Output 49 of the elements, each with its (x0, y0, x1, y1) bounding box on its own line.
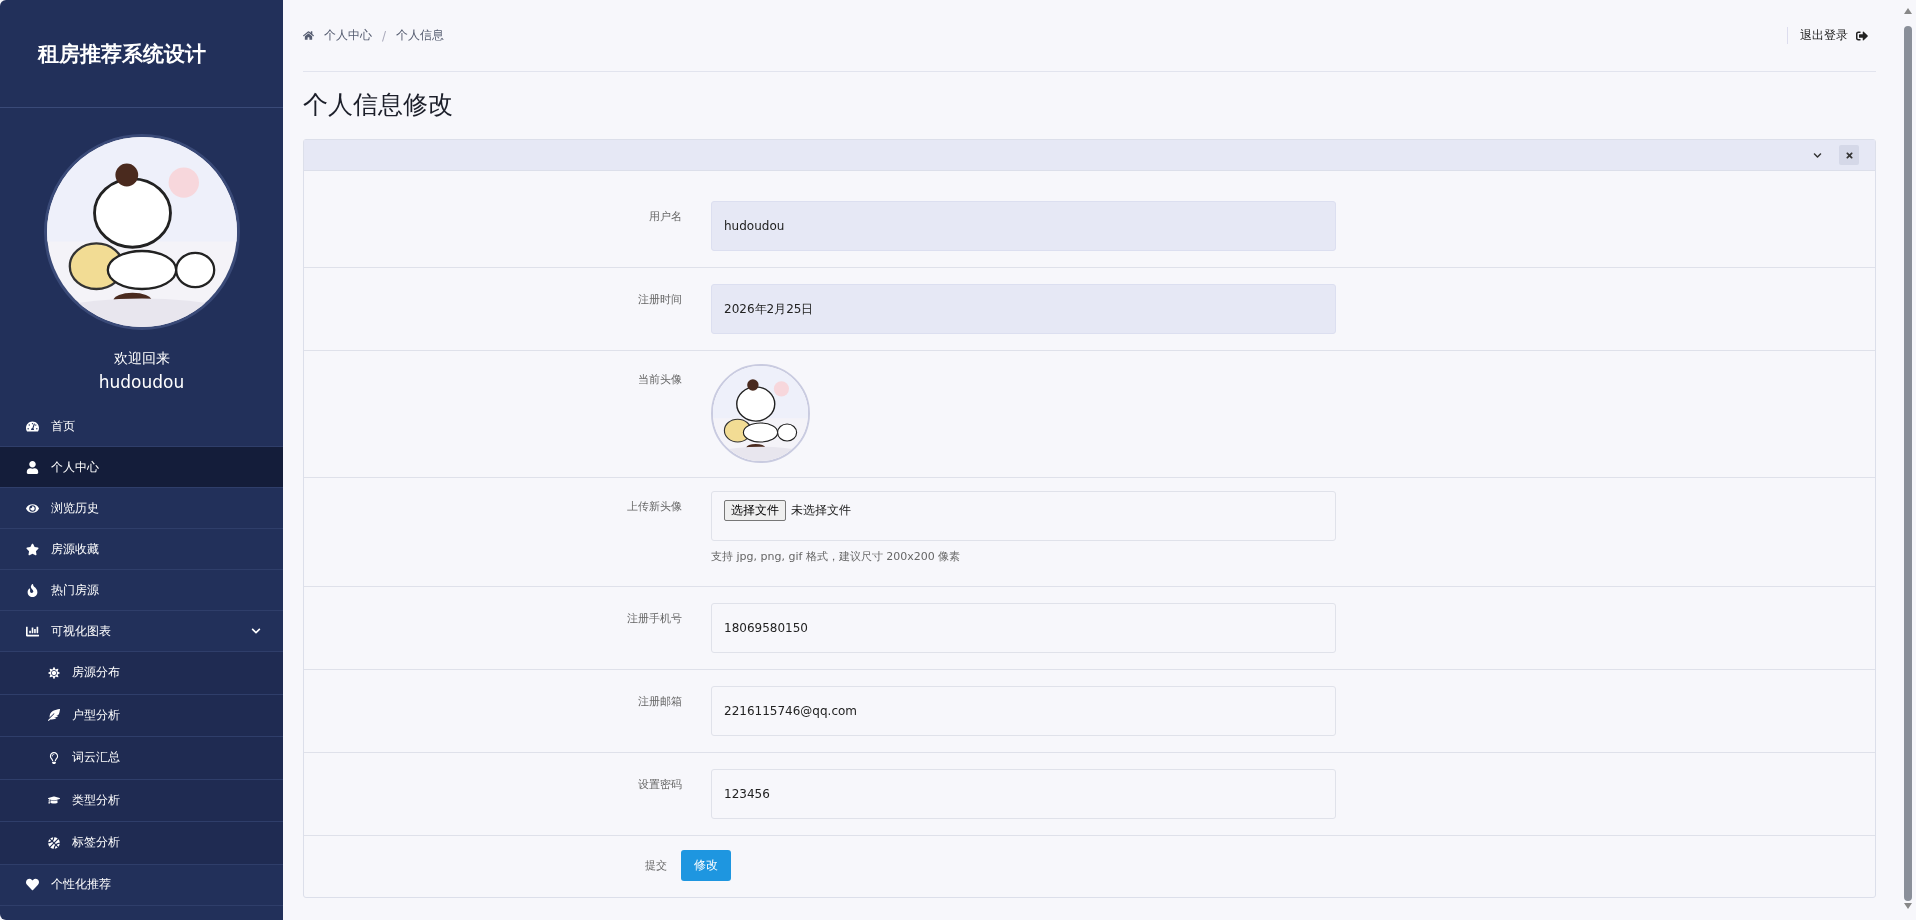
feather-icon (48, 709, 60, 722)
heart-icon (26, 878, 39, 891)
gauge-icon (26, 419, 39, 433)
eye-icon (26, 501, 39, 515)
sidebar-subitem[interactable]: 房源分布 (0, 652, 283, 695)
field-label: 注册时间 (637, 292, 682, 308)
user-name: hudoudou (98, 372, 185, 392)
flame-icon (26, 583, 39, 597)
star-icon (26, 542, 39, 556)
file-status: 未选择文件 (791, 502, 851, 518)
user-icon (26, 460, 39, 474)
sidebar-subitem[interactable]: 词云汇总 (0, 737, 283, 780)
input-field[interactable]: 2216115746@qq.com (711, 686, 1336, 736)
page-title: 个人信息修改 (303, 89, 454, 121)
bar-chart-icon (26, 624, 39, 638)
sun-icon (48, 666, 60, 679)
help-text: 支持 jpg, png, gif 格式，建议尺寸 200x200 像素 (711, 549, 962, 564)
file-field[interactable]: 选择文件 未选择文件 (711, 491, 1336, 541)
close-icon (1844, 150, 1854, 160)
graduation-cap-icon (48, 794, 60, 807)
welcome-text: 欢迎回来 (113, 350, 170, 368)
field-label: 用户名 (648, 209, 682, 225)
field-label: 当前头像 (637, 372, 682, 388)
scrollbar-drawing[interactable] (1902, 6, 1914, 911)
breadcrumb-separator: / (382, 28, 387, 43)
logout-icon (1856, 29, 1868, 42)
chevron-down-icon[interactable] (251, 626, 261, 636)
input-field[interactable]: 18069580150 (711, 603, 1336, 653)
readonly-field[interactable]: hudoudou (711, 201, 1336, 251)
field-label: 上传新头像 (626, 499, 682, 515)
app-title: 租房推荐系统设计 (38, 40, 206, 68)
field-label: 设置密码 (637, 777, 682, 793)
breadcrumb-link[interactable]: 个人中心 (324, 27, 372, 44)
field-label: 提交 (644, 858, 667, 874)
logout-link[interactable]: 退出登录 (1787, 27, 1868, 44)
breadcrumb-link[interactable]: 个人信息 (396, 27, 445, 44)
home-icon[interactable] (303, 30, 314, 41)
sidebar-subitem[interactable]: 标签分析 (0, 822, 283, 865)
choose-file-button[interactable]: 选择文件 (724, 500, 786, 521)
sidebar-subitem[interactable]: 户型分析 (0, 694, 283, 737)
chevron-down-icon (1812, 150, 1822, 160)
lightbulb-icon (48, 751, 60, 764)
field-label: 注册手机号 (626, 611, 682, 627)
sidebar-item[interactable]: 个人中心 (0, 447, 283, 488)
field-label: 注册邮箱 (637, 694, 682, 710)
sidebar-subitem[interactable]: 类型分析 (0, 779, 283, 822)
readonly-field[interactable]: 2026年2月25日 (711, 284, 1336, 334)
close-button[interactable] (1839, 145, 1859, 165)
input-field[interactable]: 123456 (711, 769, 1336, 819)
